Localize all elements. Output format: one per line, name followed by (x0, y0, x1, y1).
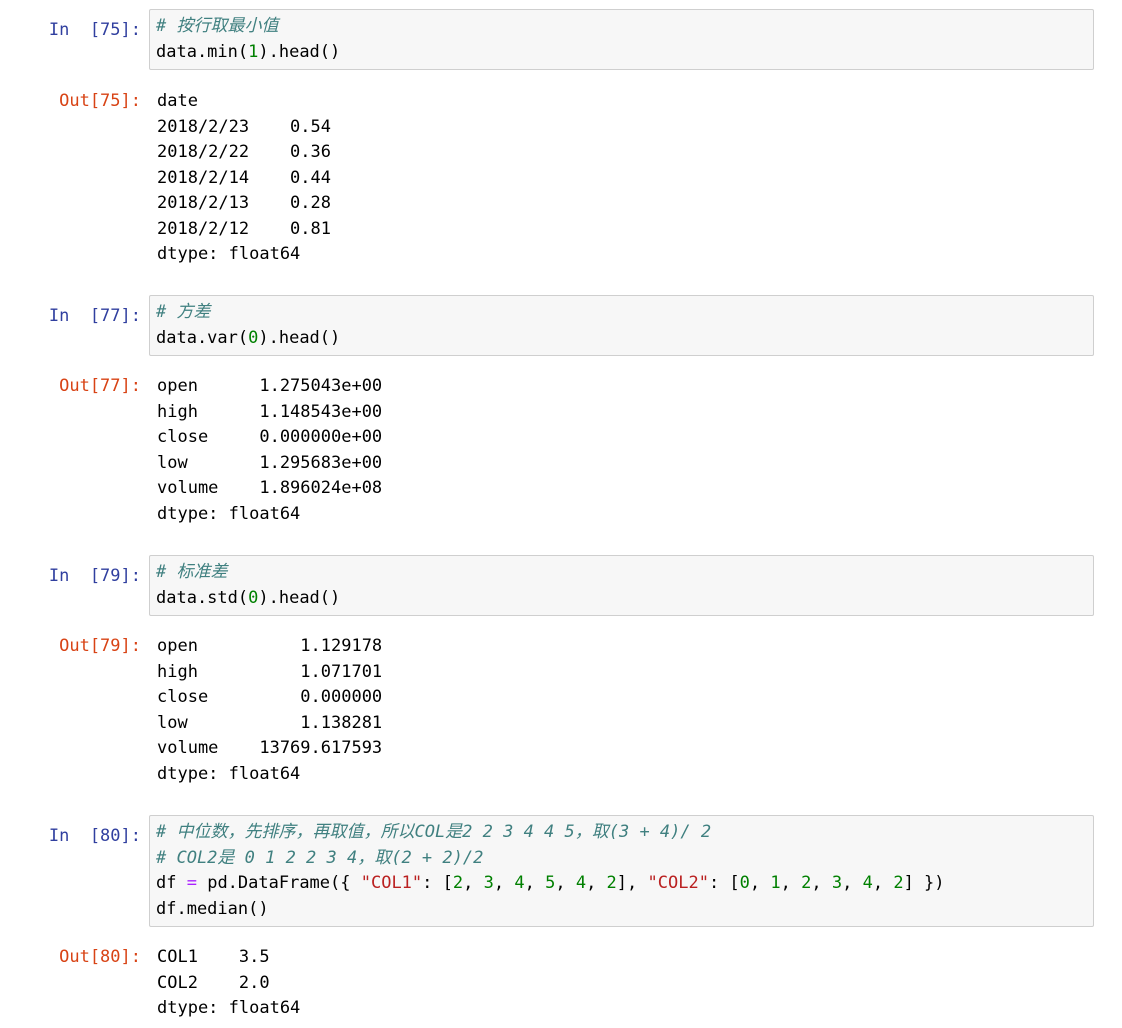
cell-output: COL1 3.5 COL2 2.0 dtype: float64 (157, 945, 1097, 1022)
code-token: # 方差 (156, 302, 211, 322)
input-prompt: In [75]: (48, 20, 141, 40)
code-token: : [ (708, 873, 740, 893)
output-line: 2018/2/23 0.54 (157, 116, 331, 137)
code-token: , (493, 873, 515, 893)
output-line: dtype: float64 (157, 763, 301, 784)
output-line: date (157, 91, 198, 111)
code-line: data.min(1).head() (156, 40, 1087, 66)
code-token: 4 (862, 873, 873, 893)
output-line: dtype: float64 (157, 503, 301, 524)
code-line: # 标准差 (156, 560, 1087, 586)
output-line: low 1.138281 (157, 712, 383, 733)
input-prompt: In [77]: (48, 306, 141, 326)
output-prompt: Out[75]: (59, 91, 141, 111)
code-token: 4 (514, 873, 525, 893)
code-token: "COL1" (360, 873, 423, 893)
code-token: : [ (422, 873, 453, 893)
cell-output: open 1.275043e+00 high 1.148543e+00 close … (157, 374, 1097, 527)
code-token: , (811, 873, 832, 893)
code-token: 2 (893, 873, 904, 893)
code-token: , (463, 873, 484, 893)
code-token: data.var( (156, 327, 249, 348)
output-line: high 1.071701 (157, 661, 383, 682)
code-token: , (749, 873, 771, 893)
code-token: 1 (248, 41, 259, 62)
code-token: ] }) (903, 873, 945, 893)
output-line: dtype: float64 (157, 244, 301, 264)
code-token: # 中位数，先排序，再取值，所以COL是2 2 3 4 4 5，取(3 + 4)… (156, 822, 712, 842)
code-token: 3 (483, 873, 494, 893)
code-line: # 方差 (156, 300, 1087, 326)
output-line: 2018/2/12 0.81 (157, 218, 331, 239)
code-token: ], (616, 873, 648, 893)
code-token: 0 (739, 873, 750, 893)
code-token: , (780, 873, 802, 893)
output-line: dtype: float64 (157, 998, 301, 1018)
code-token: , (586, 873, 607, 893)
output-line: 2018/2/22 0.36 (157, 142, 331, 162)
code-line: # COL2是 0 1 2 2 3 4，取(2 + 2)/2 (156, 846, 1087, 872)
output-line: close 0.000000e+00 (157, 427, 383, 447)
output-prompt: Out[79]: (59, 636, 141, 656)
code-token: = (186, 873, 197, 893)
input-prompt: In [79]: (48, 566, 141, 586)
output-prompt: Out[77]: (59, 376, 141, 396)
code-token: "COL2" (647, 873, 709, 893)
code-token: 0 (248, 587, 259, 608)
code-line: df.median() (156, 897, 1087, 923)
output-line: close 0.000000 (157, 687, 383, 707)
code-token: 1 (770, 873, 781, 893)
code-token: , (872, 873, 894, 893)
code-token: 2 (801, 873, 812, 893)
output-line: open 1.129178 (157, 636, 383, 656)
code-input-area[interactable]: # 按行取最小值 data.min(1).head() (149, 9, 1094, 70)
code-token: , (524, 873, 546, 893)
code-line: # 中位数，先排序，再取值，所以COL是2 2 3 4 4 5，取(3 + 4)… (156, 820, 1087, 846)
output-line: volume 1.896024e+08 (157, 478, 383, 498)
input-prompt: In [80]: (48, 826, 141, 846)
code-token: 0 (248, 327, 259, 348)
notebook-page: { "cells": [ { "in_prompt": "In [75]:", … (0, 0, 1122, 1028)
code-input-area[interactable]: # 标准差 data.std(0).head() (149, 555, 1094, 616)
code-token: ).head() (258, 41, 341, 62)
code-input-area[interactable]: # 中位数，先排序，再取值，所以COL是2 2 3 4 4 5，取(3 + 4)… (149, 815, 1094, 927)
output-line: low 1.295683e+00 (157, 452, 383, 473)
code-token: 5 (545, 873, 556, 893)
code-token: data.std( (156, 587, 249, 608)
code-line: data.var(0).head() (156, 326, 1087, 352)
code-token: df (156, 873, 187, 893)
code-token: pd.DataFrame({ (196, 873, 361, 893)
output-line: COL1 3.5 (157, 947, 270, 967)
code-line: # 按行取最小值 (156, 14, 1087, 40)
code-token: # COL2是 0 1 2 2 3 4，取(2 + 2)/2 (156, 847, 484, 868)
code-token: # 标准差 (156, 562, 228, 582)
code-token: ).head() (258, 327, 341, 348)
output-line: open 1.275043e+00 (157, 376, 383, 396)
output-line: COL2 2.0 (157, 972, 270, 993)
output-line: 2018/2/13 0.28 (157, 193, 331, 213)
code-token: 3 (831, 873, 843, 893)
output-line: high 1.148543e+00 (157, 401, 383, 422)
code-token: , (842, 873, 863, 893)
code-token: data.min( (156, 41, 249, 62)
code-token: 4 (575, 873, 587, 893)
code-token: 2 (452, 873, 464, 893)
code-token: # 按行取最小值 (156, 16, 279, 36)
code-token: ).head() (258, 587, 341, 608)
code-token: df.median() (156, 898, 269, 919)
code-input-area[interactable]: # 方差 data.var(0).head() (149, 295, 1094, 356)
output-prompt: Out[80]: (59, 947, 141, 967)
code-line: df = pd.DataFrame({ "COL1": [2, 3, 4, 5,… (156, 871, 1087, 897)
output-line: 2018/2/14 0.44 (157, 167, 331, 188)
code-line: data.std(0).head() (156, 586, 1087, 612)
cell-output: date 2018/2/23 0.54 2018/2/22 0.36 2018/2/1… (157, 89, 1097, 268)
cell-output: open 1.129178 high 1.071701 close 0.000000… (157, 634, 1097, 787)
output-line: volume 13769.617593 (157, 738, 383, 758)
code-token: , (555, 873, 576, 893)
code-token: 2 (606, 873, 617, 893)
